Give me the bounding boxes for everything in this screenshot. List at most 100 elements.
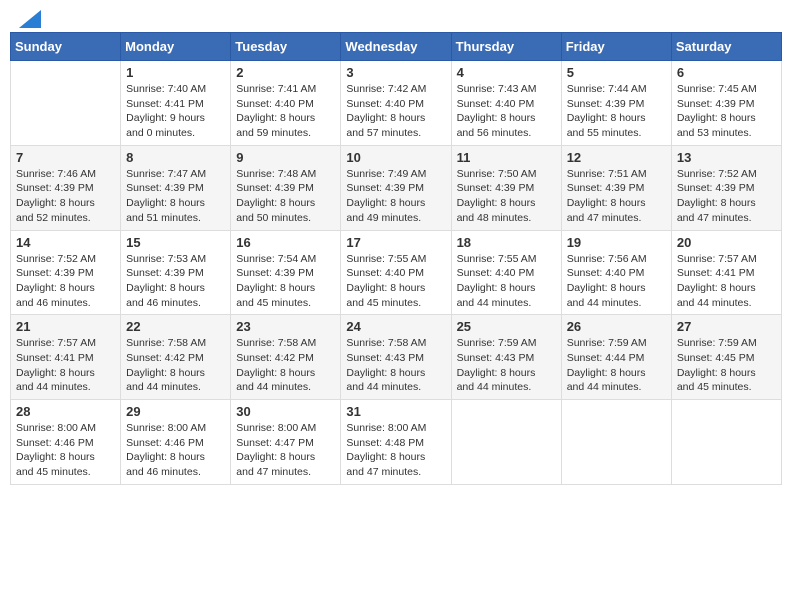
day-number: 6 xyxy=(677,65,776,80)
day-cell-19: 19 Sunrise: 7:56 AMSunset: 4:40 PMDayligh… xyxy=(561,230,671,315)
day-number: 17 xyxy=(346,235,445,250)
col-header-thursday: Thursday xyxy=(451,33,561,61)
day-number: 14 xyxy=(16,235,115,250)
day-info: Sunrise: 7:43 AMSunset: 4:40 PMDaylight:… xyxy=(457,82,556,141)
day-cell-7: 7Sunrise: 7:46 AMSunset: 4:39 PMDaylight… xyxy=(11,145,121,230)
day-cell-27: 27 Sunrise: 7:59 AMSunset: 4:45 PMDayligh… xyxy=(671,315,781,400)
day-info: Sunrise: 7:48 AMSunset: 4:39 PMDaylight:… xyxy=(236,167,335,226)
empty-cell xyxy=(451,400,561,485)
empty-cell xyxy=(561,400,671,485)
day-info: Sunrise: 7:55 AMSunset: 4:40 PMDaylight:… xyxy=(346,252,445,311)
col-header-tuesday: Tuesday xyxy=(231,33,341,61)
calendar-week-row: 21Sunrise: 7:57 AMSunset: 4:41 PMDayligh… xyxy=(11,315,782,400)
day-cell-8: 8 Sunrise: 7:47 AMSunset: 4:39 PMDaylight… xyxy=(121,145,231,230)
day-number: 9 xyxy=(236,150,335,165)
day-number: 25 xyxy=(457,319,556,334)
empty-cell xyxy=(671,400,781,485)
day-number: 5 xyxy=(567,65,666,80)
day-number: 27 xyxy=(677,319,776,334)
day-info: Sunrise: 8:00 AMSunset: 4:48 PMDaylight:… xyxy=(346,421,445,480)
col-header-sunday: Sunday xyxy=(11,33,121,61)
day-info: Sunrise: 7:58 AMSunset: 4:42 PMDaylight:… xyxy=(126,336,225,395)
day-info: Sunrise: 7:59 AMSunset: 4:44 PMDaylight:… xyxy=(567,336,666,395)
day-number: 22 xyxy=(126,319,225,334)
day-info: Sunrise: 8:00 AMSunset: 4:46 PMDaylight:… xyxy=(16,421,115,480)
day-number: 3 xyxy=(346,65,445,80)
day-info: Sunrise: 7:58 AMSunset: 4:42 PMDaylight:… xyxy=(236,336,335,395)
calendar-week-row: 28Sunrise: 8:00 AMSunset: 4:46 PMDayligh… xyxy=(11,400,782,485)
day-cell-31: 31 Sunrise: 8:00 AMSunset: 4:48 PMDayligh… xyxy=(341,400,451,485)
day-cell-3: 3 Sunrise: 7:42 AMSunset: 4:40 PMDaylight… xyxy=(341,61,451,146)
day-cell-24: 24 Sunrise: 7:58 AMSunset: 4:43 PMDayligh… xyxy=(341,315,451,400)
day-info: Sunrise: 7:55 AMSunset: 4:40 PMDaylight:… xyxy=(457,252,556,311)
day-cell-9: 9 Sunrise: 7:48 AMSunset: 4:39 PMDaylight… xyxy=(231,145,341,230)
day-number: 19 xyxy=(567,235,666,250)
day-number: 31 xyxy=(346,404,445,419)
day-info: Sunrise: 7:59 AMSunset: 4:43 PMDaylight:… xyxy=(457,336,556,395)
day-number: 23 xyxy=(236,319,335,334)
day-cell-28: 28Sunrise: 8:00 AMSunset: 4:46 PMDayligh… xyxy=(11,400,121,485)
day-info: Sunrise: 7:56 AMSunset: 4:40 PMDaylight:… xyxy=(567,252,666,311)
day-cell-10: 10Sunrise: 7:49 AMSunset: 4:39 PMDayligh… xyxy=(341,145,451,230)
day-number: 29 xyxy=(126,404,225,419)
day-number: 16 xyxy=(236,235,335,250)
day-info: Sunrise: 7:40 AMSunset: 4:41 PMDaylight:… xyxy=(126,82,225,141)
day-number: 21 xyxy=(16,319,115,334)
day-info: Sunrise: 7:51 AMSunset: 4:39 PMDaylight:… xyxy=(567,167,666,226)
day-cell-5: 5 Sunrise: 7:44 AMSunset: 4:39 PMDaylight… xyxy=(561,61,671,146)
day-info: Sunrise: 7:54 AMSunset: 4:39 PMDaylight:… xyxy=(236,252,335,311)
day-cell-2: 2 Sunrise: 7:41 AMSunset: 4:40 PMDaylight… xyxy=(231,61,341,146)
day-info: Sunrise: 7:50 AMSunset: 4:39 PMDaylight:… xyxy=(457,167,556,226)
day-cell-4: 4 Sunrise: 7:43 AMSunset: 4:40 PMDaylight… xyxy=(451,61,561,146)
day-info: Sunrise: 7:41 AMSunset: 4:40 PMDaylight:… xyxy=(236,82,335,141)
calendar-table: SundayMondayTuesdayWednesdayThursdayFrid… xyxy=(10,32,782,485)
day-info: Sunrise: 7:57 AMSunset: 4:41 PMDaylight:… xyxy=(677,252,776,311)
day-cell-16: 16 Sunrise: 7:54 AMSunset: 4:39 PMDayligh… xyxy=(231,230,341,315)
day-number: 20 xyxy=(677,235,776,250)
day-cell-17: 17 Sunrise: 7:55 AMSunset: 4:40 PMDayligh… xyxy=(341,230,451,315)
day-number: 30 xyxy=(236,404,335,419)
day-info: Sunrise: 7:59 AMSunset: 4:45 PMDaylight:… xyxy=(677,336,776,395)
calendar-week-row: 7Sunrise: 7:46 AMSunset: 4:39 PMDaylight… xyxy=(11,145,782,230)
day-info: Sunrise: 7:42 AMSunset: 4:40 PMDaylight:… xyxy=(346,82,445,141)
col-header-monday: Monday xyxy=(121,33,231,61)
day-info: Sunrise: 7:52 AMSunset: 4:39 PMDaylight:… xyxy=(677,167,776,226)
day-cell-21: 21Sunrise: 7:57 AMSunset: 4:41 PMDayligh… xyxy=(11,315,121,400)
day-number: 2 xyxy=(236,65,335,80)
day-cell-1: 1Sunrise: 7:40 AMSunset: 4:41 PMDaylight… xyxy=(121,61,231,146)
col-header-friday: Friday xyxy=(561,33,671,61)
day-cell-12: 12Sunrise: 7:51 AMSunset: 4:39 PMDayligh… xyxy=(561,145,671,230)
day-info: Sunrise: 7:47 AMSunset: 4:39 PMDaylight:… xyxy=(126,167,225,226)
day-info: Sunrise: 7:45 AMSunset: 4:39 PMDaylight:… xyxy=(677,82,776,141)
day-cell-15: 15 Sunrise: 7:53 AMSunset: 4:39 PMDayligh… xyxy=(121,230,231,315)
day-number: 8 xyxy=(126,150,225,165)
day-number: 11 xyxy=(457,150,556,165)
page-header xyxy=(10,10,782,28)
logo-area xyxy=(18,10,42,28)
col-header-wednesday: Wednesday xyxy=(341,33,451,61)
empty-cell xyxy=(11,61,121,146)
day-number: 24 xyxy=(346,319,445,334)
day-cell-13: 13Sunrise: 7:52 AMSunset: 4:39 PMDayligh… xyxy=(671,145,781,230)
day-number: 18 xyxy=(457,235,556,250)
day-number: 15 xyxy=(126,235,225,250)
day-number: 10 xyxy=(346,150,445,165)
day-cell-20: 20 Sunrise: 7:57 AMSunset: 4:41 PMDayligh… xyxy=(671,230,781,315)
day-info: Sunrise: 7:53 AMSunset: 4:39 PMDaylight:… xyxy=(126,252,225,311)
day-cell-25: 25 Sunrise: 7:59 AMSunset: 4:43 PMDayligh… xyxy=(451,315,561,400)
day-cell-22: 22 Sunrise: 7:58 AMSunset: 4:42 PMDayligh… xyxy=(121,315,231,400)
calendar-header-row: SundayMondayTuesdayWednesdayThursdayFrid… xyxy=(11,33,782,61)
day-info: Sunrise: 8:00 AMSunset: 4:47 PMDaylight:… xyxy=(236,421,335,480)
day-info: Sunrise: 8:00 AMSunset: 4:46 PMDaylight:… xyxy=(126,421,225,480)
day-info: Sunrise: 7:44 AMSunset: 4:39 PMDaylight:… xyxy=(567,82,666,141)
day-cell-18: 18 Sunrise: 7:55 AMSunset: 4:40 PMDayligh… xyxy=(451,230,561,315)
day-number: 4 xyxy=(457,65,556,80)
day-cell-30: 30 Sunrise: 8:00 AMSunset: 4:47 PMDayligh… xyxy=(231,400,341,485)
day-cell-26: 26Sunrise: 7:59 AMSunset: 4:44 PMDayligh… xyxy=(561,315,671,400)
day-cell-23: 23 Sunrise: 7:58 AMSunset: 4:42 PMDayligh… xyxy=(231,315,341,400)
day-info: Sunrise: 7:52 AMSunset: 4:39 PMDaylight:… xyxy=(16,252,115,311)
calendar-week-row: 1Sunrise: 7:40 AMSunset: 4:41 PMDaylight… xyxy=(11,61,782,146)
calendar-week-row: 14 Sunrise: 7:52 AMSunset: 4:39 PMDayligh… xyxy=(11,230,782,315)
day-info: Sunrise: 7:58 AMSunset: 4:43 PMDaylight:… xyxy=(346,336,445,395)
day-cell-29: 29 Sunrise: 8:00 AMSunset: 4:46 PMDayligh… xyxy=(121,400,231,485)
